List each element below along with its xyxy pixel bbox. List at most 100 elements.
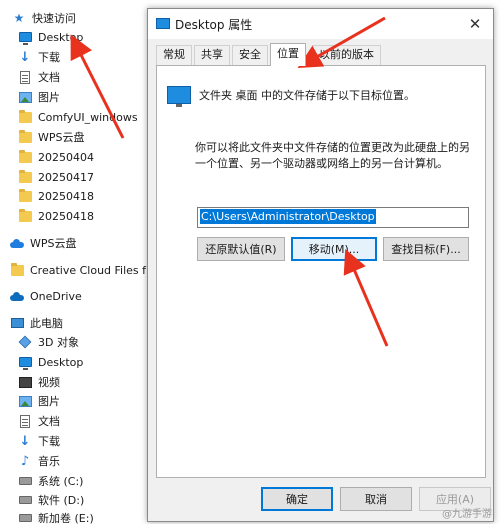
nav-item-label: 文档: [38, 71, 60, 84]
tab-security[interactable]: 安全: [232, 45, 268, 65]
download-icon: ↓: [19, 49, 31, 65]
nav-item-music[interactable]: ♪ 音乐: [18, 451, 60, 471]
nav-item-pictures[interactable]: 图片: [18, 87, 60, 107]
navigation-pane: ★ 快速访问 Desktop ↓ 下载 文档 图片 ComfyUI_window…: [0, 0, 150, 524]
drive-icon: [18, 474, 32, 488]
folder-icon: [18, 149, 32, 164]
nav-item-label: 下载: [38, 435, 60, 448]
nav-item-label: 音乐: [38, 455, 60, 468]
drive-icon: [18, 493, 32, 507]
onedrive-icon: [10, 289, 24, 303]
tab-sharing[interactable]: 共享: [194, 45, 230, 65]
desktop-icon: [18, 355, 32, 370]
picture-icon: [18, 394, 32, 408]
nav-item-20250404[interactable]: 20250404: [18, 147, 94, 167]
nav-item-quick-access[interactable]: ★ 快速访问: [12, 8, 76, 28]
find-target-button[interactable]: 查找目标(F)...: [383, 237, 469, 261]
nav-item-pc-desktop[interactable]: Desktop: [18, 352, 83, 372]
nav-item-videos[interactable]: 视频: [18, 372, 60, 392]
nav-item-label: 软件 (D:): [38, 494, 85, 507]
picture-icon: [18, 90, 32, 104]
nav-item-label: 新加卷 (E:): [38, 512, 94, 524]
nav-item-label: 20250404: [38, 150, 94, 164]
document-icon: [18, 414, 32, 428]
video-icon: [18, 375, 32, 389]
nav-item-label: WPS云盘: [30, 237, 77, 250]
nav-item-label: 20250418: [38, 209, 94, 223]
nav-item-label: Desktop: [38, 355, 84, 369]
nav-item-label: 图片: [38, 91, 60, 104]
nav-item-drive-c[interactable]: 系统 (C:): [18, 471, 83, 491]
nav-item-desktop[interactable]: Desktop: [18, 27, 83, 47]
nav-item-20250418-a[interactable]: 20250418: [18, 186, 94, 206]
folder-icon: [18, 169, 32, 184]
tab-strip: 常规 共享 安全 位置 以前的版本: [156, 43, 486, 66]
desktop-icon: [156, 18, 170, 29]
nav-item-label: WPS云盘: [38, 131, 85, 144]
ok-button[interactable]: 确定: [261, 487, 333, 511]
nav-item-label: 此电脑: [30, 317, 63, 330]
tab-location[interactable]: 位置: [270, 43, 306, 66]
nav-item-drive-d[interactable]: 软件 (D:): [18, 490, 84, 510]
folder-icon: [10, 262, 24, 277]
location-description: 你可以将此文件夹中文件存储的位置更改为此硬盘上的另一个位置、另一个驱动器或网络上…: [195, 141, 470, 170]
3d-objects-icon: [18, 335, 32, 349]
nav-item-creative-cloud[interactable]: Creative Cloud Files frim: [10, 260, 150, 280]
location-tab-panel: 文件夹 桌面 中的文件存储于以下目标位置。 你可以将此文件夹中文件存储的位置更改…: [156, 65, 486, 478]
nav-item-label: 快速访问: [32, 12, 76, 25]
nav-item-label: ComfyUI_windows: [38, 110, 138, 124]
nav-item-pc-documents[interactable]: 文档: [18, 411, 60, 431]
dialog-title: Desktop 属性: [175, 18, 253, 32]
watermark: @九游手游: [442, 509, 492, 520]
computer-icon: [10, 316, 24, 330]
nav-item-wps-folder[interactable]: WPS云盘: [18, 127, 85, 147]
tab-previous-versions[interactable]: 以前的版本: [312, 45, 381, 65]
nav-item-label: 下载: [38, 51, 60, 64]
restore-default-button[interactable]: 还原默认值(R): [197, 237, 285, 261]
nav-item-label: 图片: [38, 395, 60, 408]
nav-item-drive-e[interactable]: 新加卷 (E:): [18, 508, 94, 524]
nav-item-documents[interactable]: 文档: [18, 67, 60, 87]
nav-item-label: 视频: [38, 376, 60, 389]
title-bar[interactable]: Desktop 属性 ✕: [148, 9, 493, 39]
nav-item-downloads[interactable]: ↓ 下载: [18, 47, 60, 67]
document-icon: [18, 70, 32, 84]
nav-item-onedrive[interactable]: OneDrive: [10, 286, 82, 306]
cloud-icon: [10, 236, 24, 250]
music-icon: ♪: [20, 453, 30, 469]
nav-item-20250418-b[interactable]: 20250418: [18, 206, 94, 226]
location-info-text: 文件夹 桌面 中的文件存储于以下目标位置。: [199, 89, 415, 102]
target-path-input[interactable]: C:\Users\Administrator\Desktop: [197, 207, 469, 228]
nav-item-label: OneDrive: [30, 289, 82, 303]
nav-item-comfyui[interactable]: ComfyUI_windows: [18, 107, 150, 127]
nav-item-label: Creative Cloud Files frim: [30, 263, 150, 277]
nav-item-label: Desktop: [38, 30, 84, 44]
desktop-folder-icon: [167, 86, 191, 107]
nav-item-label: 3D 对象: [38, 336, 79, 349]
nav-item-this-pc[interactable]: 此电脑: [10, 313, 63, 333]
desktop-icon: [18, 30, 32, 45]
folder-icon: [18, 188, 32, 203]
location-info-row: 文件夹 桌面 中的文件存储于以下目标位置。: [167, 86, 415, 107]
nav-item-pc-downloads[interactable]: ↓ 下载: [18, 431, 60, 451]
move-button[interactable]: 移动(M)...: [291, 237, 377, 261]
nav-item-wps-cloud[interactable]: WPS云盘: [10, 233, 77, 253]
nav-item-label: 20250417: [38, 170, 94, 184]
close-icon[interactable]: ✕: [465, 14, 485, 34]
download-icon: ↓: [19, 433, 31, 449]
nav-item-label: 文档: [38, 415, 60, 428]
nav-item-label: 系统 (C:): [38, 475, 84, 488]
cancel-button[interactable]: 取消: [340, 487, 412, 511]
folder-icon: [18, 109, 32, 124]
tab-general[interactable]: 常规: [156, 45, 192, 65]
star-icon: ★: [13, 11, 25, 25]
nav-item-pc-pictures[interactable]: 图片: [18, 391, 60, 411]
nav-item-3d-objects[interactable]: 3D 对象: [18, 332, 79, 352]
target-path-value: C:\Users\Administrator\Desktop: [200, 209, 376, 224]
folder-icon: [18, 208, 32, 223]
folder-icon: [18, 129, 32, 144]
nav-item-label: 20250418: [38, 189, 94, 203]
drive-icon: [18, 511, 32, 524]
nav-item-20250417[interactable]: 20250417: [18, 167, 94, 187]
properties-dialog: Desktop 属性 ✕ 常规 共享 安全 位置 以前的版本 文件夹 桌面 中的…: [147, 8, 494, 522]
